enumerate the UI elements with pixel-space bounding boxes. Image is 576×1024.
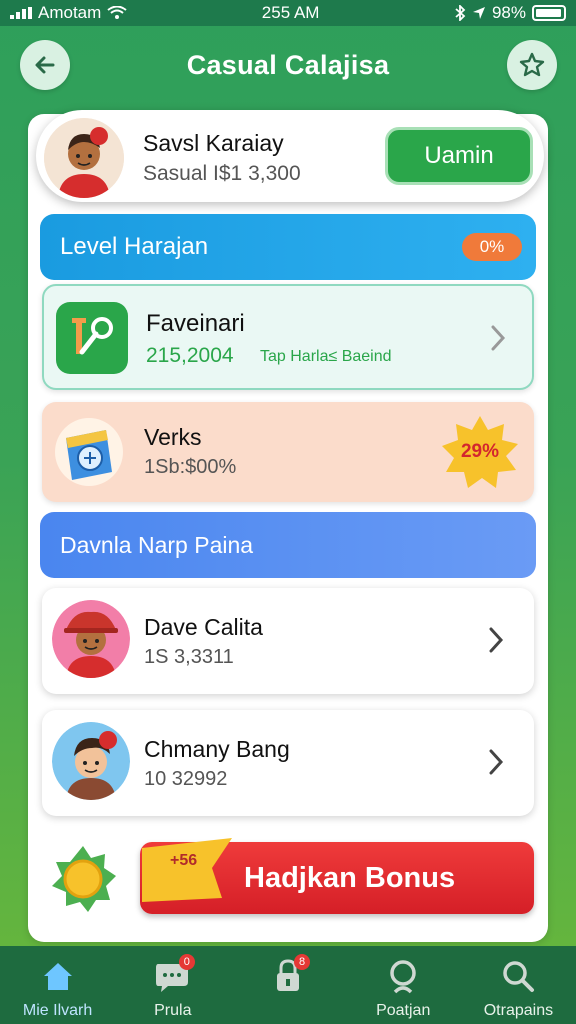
user-card[interactable]: Dave Calita 1S 3,3311 <box>42 588 534 694</box>
wifi-icon <box>107 6 127 19</box>
nav-item-lock[interactable]: 8 <box>230 946 345 1024</box>
profile-action-button[interactable]: Uamin <box>385 127 533 185</box>
back-button[interactable] <box>20 40 70 90</box>
level-bar[interactable]: Level Harajan 0% <box>40 214 536 280</box>
person-avatar-icon <box>52 600 130 678</box>
nav-label: Poatjan <box>376 1002 431 1019</box>
chat-icon: 0 <box>153 954 195 996</box>
lock-icon: 8 <box>268 954 310 996</box>
profile-name: Savsl Karaiay <box>143 130 284 156</box>
bonus-row[interactable]: Hadjkan Bonus +56 <box>48 838 538 918</box>
battery-icon <box>531 5 566 21</box>
nav-item-search[interactable]: Otrapains <box>461 946 576 1024</box>
user-name: Dave Calita <box>144 614 263 640</box>
carrier-name: Amotam <box>38 3 102 22</box>
person-avatar-icon <box>44 118 124 198</box>
level-badge: 0% <box>462 233 522 261</box>
bonus-flag <box>142 838 240 902</box>
magnifier-icon <box>383 956 423 996</box>
chevron-right-icon <box>484 624 508 656</box>
nav-badge: 0 <box>178 954 195 970</box>
status-bar: Amotam 255 AM 98% <box>0 0 576 26</box>
nav-item-chat[interactable]: 0 Prula <box>115 946 230 1024</box>
badge-button[interactable] <box>507 40 557 90</box>
clock: 255 AM <box>261 3 320 22</box>
user-card[interactable]: Chmany Bang 10 32992 <box>42 710 534 816</box>
battery-level <box>535 9 562 17</box>
signal-icon <box>10 7 32 19</box>
user-name: Chmany Bang <box>144 736 290 762</box>
user-subtitle: 1S 3,3311 <box>144 646 234 668</box>
bonus-flag-text: +56 <box>170 852 198 869</box>
section-header: Davnla Narp Paina <box>40 512 536 578</box>
user-avatar <box>52 722 130 800</box>
washing-machine-icon <box>52 416 126 488</box>
user-subtitle: 10 32992 <box>144 768 228 790</box>
user-avatar <box>52 600 130 678</box>
bluetooth-icon <box>455 5 466 21</box>
verks-title: Verks <box>144 424 202 450</box>
favorite-tag: Tap Harla≤ Baeind <box>260 348 392 365</box>
favorite-value: 215,2004 <box>146 344 234 367</box>
section-label: Davnla Narp Paina <box>60 532 254 558</box>
page-title: Casual Calajisa <box>186 49 390 80</box>
discount-badge: 29% <box>460 441 500 462</box>
app-header: Casual Calajisa <box>0 26 576 104</box>
nav-label: Mie Ilvarh <box>22 1002 93 1019</box>
profile-balance: Sasual I$1 3,300 <box>143 162 301 185</box>
sun-badge-icon <box>48 844 118 914</box>
home-icon <box>38 956 78 996</box>
chevron-right-icon <box>486 322 510 354</box>
level-label: Level Harajan <box>60 233 209 260</box>
status-left: Amotam <box>10 3 127 23</box>
nav-item-home[interactable]: Mie Ilvarh <box>0 946 115 1024</box>
bottom-nav: Mie Ilvarh 0 Prula 8 Poatjan Otrapains <box>0 946 576 1024</box>
status-right: 98% <box>454 3 566 23</box>
verks-card[interactable]: Verks 1Sb:$00% 29% <box>42 402 534 502</box>
search-icon <box>498 956 538 996</box>
nav-badge: 8 <box>294 954 310 970</box>
location-icon <box>472 7 485 19</box>
favorite-title: Faveinari <box>146 310 245 337</box>
nav-label: Prula <box>154 1002 192 1019</box>
battery-percent: 98% <box>491 3 526 22</box>
nav-label: Otrapains <box>483 1002 554 1019</box>
verks-subtitle: 1Sb:$00% <box>144 456 237 478</box>
discount-burst: 29% <box>436 412 524 492</box>
nav-item-magnifier[interactable]: Poatjan <box>346 946 461 1024</box>
arrow-left-icon <box>35 56 55 74</box>
pin-key-icon <box>56 302 128 374</box>
person-avatar-icon <box>52 722 130 800</box>
star-badge-icon <box>519 52 545 77</box>
chevron-right-icon <box>484 746 508 778</box>
favorite-card[interactable]: Faveinari 215,2004 Tap Harla≤ Baeind <box>42 284 534 390</box>
bonus-label: Hadjkan Bonus <box>244 862 456 894</box>
profile-avatar[interactable] <box>44 118 124 198</box>
